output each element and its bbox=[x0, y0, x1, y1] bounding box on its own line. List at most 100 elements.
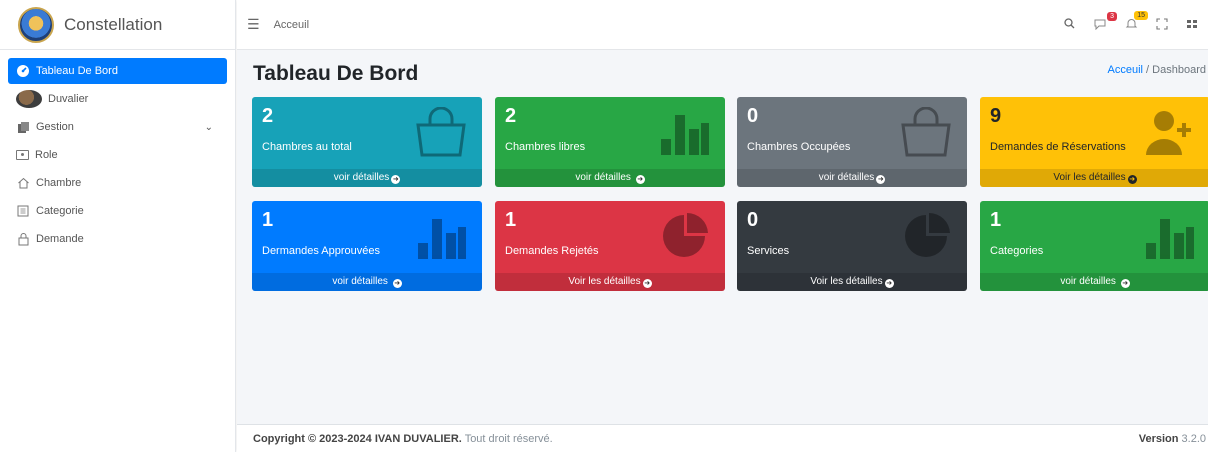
info-box-link-label: Voir les détailles bbox=[810, 276, 883, 287]
info-box-number: 1 bbox=[262, 209, 274, 231]
info-box-reservation-requests: 9 Demandes de Réservations Voir les déta… bbox=[980, 97, 1208, 187]
list-box-icon bbox=[16, 204, 30, 218]
bag-icon bbox=[901, 107, 951, 157]
arrow-circle-right-icon: ➜ bbox=[884, 279, 894, 288]
messages-icon[interactable]: 3 bbox=[1093, 11, 1117, 33]
sidebar-item-label: Demande bbox=[36, 233, 84, 245]
info-box-free-rooms: 2 Chambres libres voir détailles ➜ bbox=[495, 97, 725, 187]
info-box-label: Categories bbox=[990, 245, 1044, 257]
sidebar-item-categorie[interactable]: Categorie bbox=[8, 198, 227, 224]
info-box-footer-link[interactable]: voir détailles ➜ bbox=[252, 169, 482, 187]
info-box-link-label: voir détailles bbox=[818, 172, 875, 183]
home-icon bbox=[16, 176, 30, 190]
content-wrapper: Tableau De Bord Acceuil / Dashboard 2 Ch… bbox=[237, 50, 1208, 424]
arrow-circle-right-icon: ➜ bbox=[1127, 175, 1137, 184]
menu-toggle-icon[interactable]: ☰ bbox=[247, 16, 260, 33]
notifications-badge: 15 bbox=[1134, 11, 1148, 20]
info-box-link-label: voir détailles bbox=[1060, 276, 1119, 287]
info-box-footer-link[interactable]: Voir les détailles ➜ bbox=[495, 273, 725, 291]
sidebar-item-dashboard[interactable]: Tableau De Bord bbox=[8, 58, 227, 84]
copy-icon bbox=[16, 120, 30, 134]
sidebar: Constellation Tableau De Bord Duvalier G… bbox=[0, 0, 236, 452]
sidebar-item-chambre[interactable]: Chambre bbox=[8, 170, 227, 196]
copyright-author[interactable]: IVAN DUVALIER. bbox=[375, 433, 462, 445]
arrow-circle-right-icon: ➜ bbox=[876, 175, 886, 184]
info-box-label: Chambres libres bbox=[505, 141, 586, 153]
pie-chart-icon bbox=[905, 212, 950, 257]
messages-badge: 3 bbox=[1107, 11, 1117, 21]
info-box-number: 0 bbox=[747, 105, 759, 127]
info-box-footer-link[interactable]: Voir les détailles ➜ bbox=[980, 169, 1208, 187]
copyright-prefix: Copyright © 2023-2024 bbox=[253, 433, 372, 445]
bell-icon[interactable]: 15 bbox=[1125, 11, 1148, 33]
navbar-right: 3 15 bbox=[1064, 0, 1208, 50]
brand[interactable]: Constellation bbox=[0, 0, 235, 50]
info-box-approved-requests: 1 Dermandes Approuvées voir détailles ➜ bbox=[252, 201, 482, 291]
info-box-number: 0 bbox=[747, 209, 759, 231]
sidebar-item-label: Gestion bbox=[36, 121, 74, 133]
bar-chart-icon bbox=[661, 115, 709, 155]
app: Constellation Tableau De Bord Duvalier G… bbox=[0, 0, 1208, 452]
info-box-label: Services bbox=[747, 245, 790, 257]
sidebar-item-demande[interactable]: Demande bbox=[8, 226, 227, 252]
id-card-icon bbox=[16, 150, 29, 160]
arrow-circle-right-icon: ➜ bbox=[1120, 279, 1130, 288]
info-box-label: Chambres au total bbox=[262, 141, 352, 153]
copyright: Copyright © 2023-2024 IVAN DUVALIER. Tou… bbox=[253, 433, 553, 445]
arrow-circle-right-icon: ➜ bbox=[391, 175, 401, 184]
page-title: Tableau De Bord bbox=[253, 62, 419, 85]
dashboard-gauge-icon bbox=[16, 64, 30, 78]
sidebar-item-label: Role bbox=[35, 149, 58, 161]
bar-chart-icon bbox=[1146, 219, 1194, 259]
info-box-link-label: voir détailles bbox=[332, 276, 391, 287]
sidebar-item-label: Chambre bbox=[36, 177, 82, 189]
main-footer: Copyright © 2023-2024 IVAN DUVALIER. Tou… bbox=[237, 424, 1208, 452]
search-icon[interactable] bbox=[1064, 18, 1075, 32]
info-box-link-label: voir détailles bbox=[333, 172, 390, 183]
nav-link-home[interactable]: Acceuil bbox=[274, 19, 309, 31]
arrow-circle-right-icon: ➜ bbox=[642, 279, 652, 288]
info-box-footer-link[interactable]: Voir les détailles ➜ bbox=[737, 273, 967, 291]
bag-lock-icon bbox=[16, 232, 30, 246]
brand-logo bbox=[18, 6, 54, 43]
chevron-down-icon[interactable]: ⌄ bbox=[205, 122, 213, 133]
info-box-footer-link[interactable]: voir détailles ➜ bbox=[252, 273, 482, 291]
user-plus-icon bbox=[1146, 111, 1191, 155]
info-box-occupied-rooms: 0 Chambres Occupées voir détailles ➜ bbox=[737, 97, 967, 187]
bag-icon bbox=[416, 107, 466, 157]
grid-icon[interactable] bbox=[1186, 18, 1198, 33]
version-number: 3.2.0 bbox=[1181, 433, 1206, 445]
info-box-footer-link[interactable]: voir détailles ➜ bbox=[980, 273, 1208, 291]
sidebar-item-label: Categorie bbox=[36, 205, 84, 217]
top-navbar: ☰ Acceuil 3 15 bbox=[237, 0, 1208, 50]
fullscreen-icon[interactable] bbox=[1156, 17, 1168, 33]
breadcrumb-current: Dashboard bbox=[1152, 64, 1206, 76]
info-box-label: Chambres Occupées bbox=[747, 141, 851, 153]
info-box-footer-link[interactable]: voir détailles ➜ bbox=[495, 169, 725, 187]
info-box-number: 1 bbox=[990, 209, 1002, 231]
info-box-rejected-requests: 1 Demandes Rejetés Voir les détailles ➜ bbox=[495, 201, 725, 291]
arrow-circle-right-icon: ➜ bbox=[392, 279, 402, 288]
bar-chart-icon bbox=[418, 219, 466, 259]
info-box-label: Demandes de Réservations bbox=[990, 141, 1126, 153]
breadcrumb: Acceuil / Dashboard bbox=[1108, 64, 1206, 76]
avatar bbox=[16, 90, 42, 108]
info-box-label: Dermandes Approuvées bbox=[262, 245, 381, 257]
info-box-footer-link[interactable]: voir détailles ➜ bbox=[737, 169, 967, 187]
sidebar-item-label: Duvalier bbox=[48, 93, 89, 105]
info-box-number: 2 bbox=[262, 105, 274, 127]
sidebar-item-user[interactable]: Duvalier bbox=[8, 86, 227, 112]
info-box-label: Demandes Rejetés bbox=[505, 245, 599, 257]
sidebar-item-role[interactable]: Role bbox=[8, 142, 227, 168]
pie-chart-icon bbox=[663, 212, 708, 257]
breadcrumb-home-link[interactable]: Acceuil bbox=[1108, 64, 1143, 76]
info-box-services: 0 Services Voir les détailles ➜ bbox=[737, 201, 967, 291]
version: Version 3.2.0 bbox=[1139, 433, 1206, 445]
info-box-link-label: voir détailles bbox=[575, 172, 634, 183]
sidebar-item-label: Tableau De Bord bbox=[36, 65, 118, 77]
brand-name: Constellation bbox=[64, 14, 163, 34]
sidebar-item-gestion[interactable]: Gestion ⌄ bbox=[8, 114, 227, 140]
version-label: Version bbox=[1138, 433, 1179, 445]
info-box-link-label: Voir les détailles bbox=[1053, 172, 1126, 183]
copyright-rights: Tout droit réservé. bbox=[464, 433, 553, 445]
